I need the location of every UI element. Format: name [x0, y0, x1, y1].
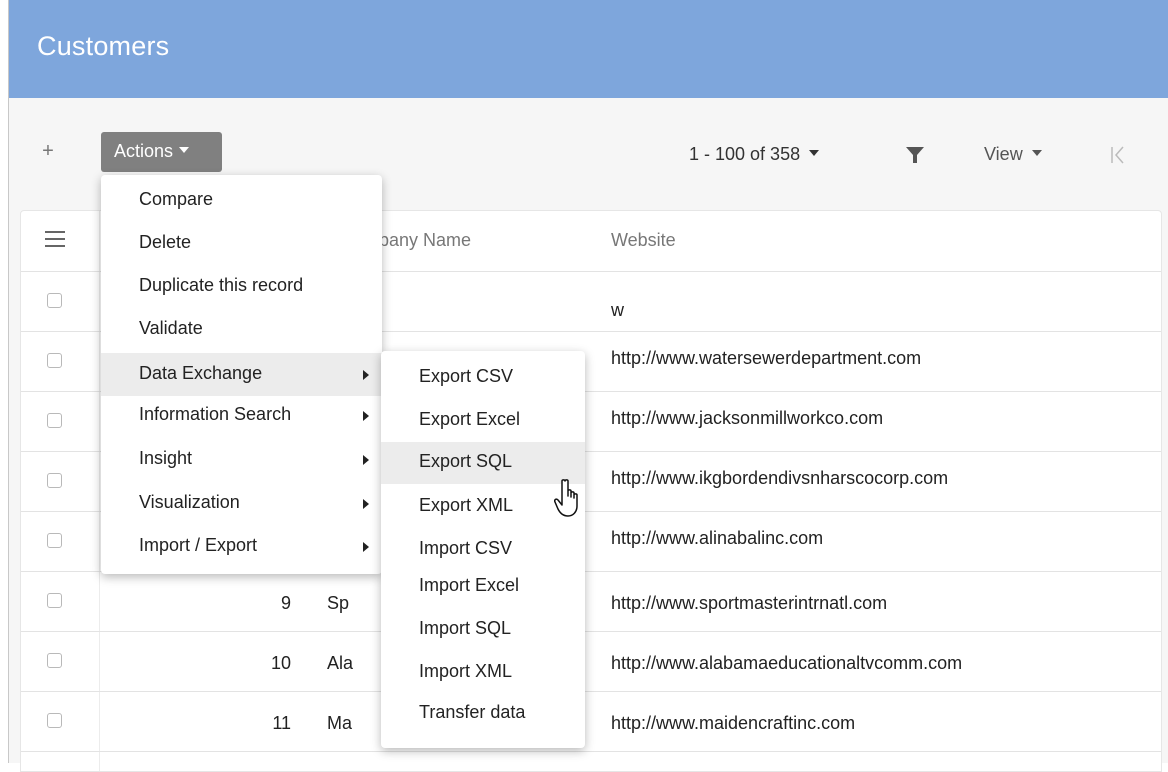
submenu-item-label: Import SQL	[419, 618, 512, 638]
submenu-item-label: Import CSV	[419, 538, 513, 558]
cell-website[interactable]: http://www.alinabalinc.com	[611, 528, 823, 549]
menu-item-insight[interactable]: Insight	[101, 440, 382, 480]
submenu-item-import-csv[interactable]: Import CSV	[381, 528, 585, 570]
caret-right-icon	[363, 455, 369, 465]
submenu-item-import-sql[interactable]: Import SQL	[381, 614, 585, 656]
page-title: Customers	[37, 31, 170, 61]
caret-right-icon	[363, 411, 369, 421]
menu-item-label: Visualization	[139, 492, 240, 512]
chevron-down-icon	[179, 147, 190, 154]
menu-item-visualization[interactable]: Visualization	[101, 484, 382, 524]
menu-item-validate[interactable]: Validate	[101, 310, 382, 350]
submenu-item-export-excel[interactable]: Export Excel	[381, 399, 585, 441]
submenu-item-label: Export Excel	[419, 409, 521, 429]
pagination-label: 1 - 100 of 358	[689, 144, 801, 164]
hand-cursor-icon	[554, 479, 578, 517]
view-dropdown[interactable]: View	[984, 144, 1042, 165]
menu-item-information-search[interactable]: Information Search	[101, 396, 382, 436]
cell-website[interactable]: http://www.sportmasterintrnatl.com	[611, 593, 887, 614]
row-checkbox[interactable]	[47, 473, 62, 488]
add-record-button[interactable]: +	[39, 141, 57, 161]
actions-button-label: Actions	[114, 141, 174, 161]
menu-item-label: Information Search	[139, 404, 292, 424]
caret-right-icon	[363, 499, 369, 509]
menu-item-delete[interactable]: Delete	[101, 224, 382, 264]
menu-item-label: Validate	[139, 318, 203, 338]
table-row[interactable]: 11 Ma http://www.maidencraftinc.com	[21, 691, 1161, 752]
column-menu-icon[interactable]	[45, 231, 65, 249]
cell-website[interactable]: http://www.watersewerdepartment.com	[611, 348, 921, 369]
view-label: View	[984, 144, 1023, 164]
caret-right-icon	[363, 542, 369, 552]
actions-menu: Compare Delete Duplicate this record Val…	[101, 175, 382, 574]
menu-item-label: Duplicate this record	[139, 275, 304, 295]
table-row[interactable]: 10 Ala http://www.alabamaeducationaltvco…	[21, 631, 1161, 692]
submenu-item-label: Transfer data	[419, 702, 526, 722]
cell-website[interactable]: http://www.jacksonmillworkco.com	[611, 408, 883, 429]
submenu-item-label: Import Excel	[419, 575, 520, 595]
cell-company: Ma	[327, 713, 353, 733]
menu-item-compare[interactable]: Compare	[101, 181, 382, 221]
cell-id: 10	[270, 653, 291, 673]
cell-website[interactable]: http://www.maidencraftinc.com	[611, 713, 855, 734]
data-exchange-submenu: Export CSV Export Excel Export SQL Expor…	[381, 351, 585, 748]
filter-icon[interactable]	[905, 146, 925, 164]
submenu-item-label: Export CSV	[419, 366, 514, 386]
row-checkbox[interactable]	[47, 653, 62, 668]
submenu-item-export-csv[interactable]: Export CSV	[381, 356, 585, 398]
cell-id: 11	[272, 713, 291, 733]
actions-button[interactable]: Actions	[101, 132, 222, 172]
menu-item-label: Data Exchange	[139, 363, 263, 383]
submenu-item-label: Export XML	[419, 495, 514, 515]
chevron-down-icon	[1031, 150, 1042, 157]
cell-company: Ala	[327, 653, 354, 673]
row-checkbox[interactable]	[47, 593, 62, 608]
first-page-icon[interactable]	[1109, 145, 1127, 165]
submenu-item-import-xml[interactable]: Import XML	[381, 657, 585, 699]
row-checkbox[interactable]	[47, 353, 62, 368]
pagination-dropdown[interactable]: 1 - 100 of 358	[689, 144, 820, 165]
chevron-down-icon	[809, 150, 820, 157]
row-checkbox[interactable]	[47, 713, 62, 728]
menu-item-label: Import / Export	[139, 535, 258, 555]
submenu-item-label: Export SQL	[419, 451, 513, 471]
menu-item-data-exchange[interactable]: Data Exchange	[101, 353, 382, 396]
cell-website[interactable]: http://www.alabamaeducationaltvcomm.com	[611, 653, 962, 674]
cell-id: 9	[280, 593, 291, 613]
submenu-item-import-excel[interactable]: Import Excel	[381, 571, 585, 613]
page-header: Customers	[9, 0, 1168, 98]
menu-item-label: Compare	[139, 189, 214, 209]
website-header[interactable]: Website	[611, 230, 676, 251]
submenu-item-label: Import XML	[419, 661, 513, 681]
row-checkbox[interactable]	[47, 533, 62, 548]
table-row[interactable]: 9 Sp http://www.sportmasterintrnatl.com	[21, 571, 1161, 632]
cell-website[interactable]: w	[611, 300, 624, 321]
caret-right-icon	[363, 370, 369, 380]
menu-item-label: Delete	[139, 232, 192, 252]
menu-item-duplicate[interactable]: Duplicate this record	[101, 267, 382, 307]
menu-item-label: Insight	[139, 448, 193, 468]
cell-company: Sp	[327, 593, 350, 613]
submenu-item-transfer-data[interactable]: Transfer data	[381, 700, 585, 742]
menu-item-import-export[interactable]: Import / Export	[101, 527, 382, 567]
row-checkbox[interactable]	[47, 413, 62, 428]
row-checkbox[interactable]	[47, 293, 62, 308]
cell-website[interactable]: http://www.ikgbordendivsnharscocorp.com	[611, 468, 948, 489]
